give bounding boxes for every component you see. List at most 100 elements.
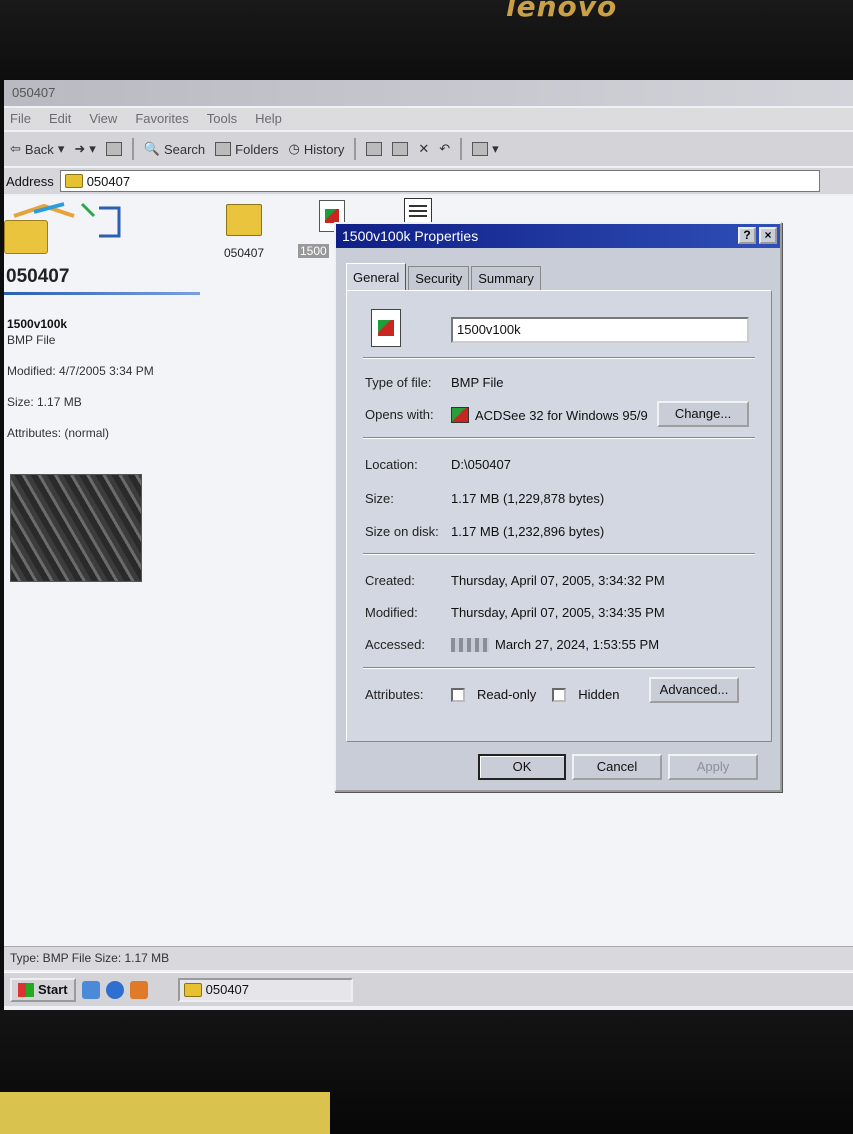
address-value: 050407 <box>86 173 131 189</box>
taskbar-window-label: 050407 <box>205 982 250 997</box>
views-icon <box>472 142 489 156</box>
ok-button[interactable]: OK <box>478 754 566 780</box>
folders-button[interactable]: Folders <box>215 142 279 157</box>
apply-button[interactable]: Apply <box>668 754 758 780</box>
checkbox-icon <box>451 687 465 702</box>
size-on-disk-value: 1.17 MB (1,232,896 bytes) <box>451 524 605 539</box>
dialog-tabs: General Security Summary <box>346 263 543 290</box>
modified-value: Thursday, April 07, 2005, 3:34:35 PM <box>451 605 665 620</box>
selected-file-attributes: Attributes: (normal) <box>7 426 110 440</box>
search-label: Search <box>163 141 206 157</box>
tab-security[interactable]: Security <box>408 266 470 290</box>
tab-general[interactable]: General <box>346 263 407 290</box>
location-value: D:\050407 <box>451 457 511 472</box>
dialog-titlebar[interactable]: 1500v100k Properties ? × <box>336 224 780 248</box>
search-icon: 🔍 <box>143 141 160 156</box>
selected-file-name: 1500v100k <box>7 317 68 331</box>
properties-dialog: 1500v100k Properties ? × General Securit… <box>334 222 782 792</box>
bmp-file-icon <box>371 309 401 347</box>
type-value: BMP File <box>451 375 504 390</box>
undo-icon[interactable]: ↶ <box>439 141 450 157</box>
opens-with-value: ACDSee 32 for Windows 95/9 <box>451 407 648 423</box>
hidden-label: Hidden <box>578 687 620 702</box>
folder-icon <box>4 220 48 254</box>
chevron-down-icon: ▾ <box>57 141 65 156</box>
close-button[interactable]: × <box>759 227 777 244</box>
acdsee-icon <box>451 407 469 423</box>
folder-title: 050407 <box>6 266 70 287</box>
window-title: 050407 <box>12 85 56 100</box>
views-button[interactable]: ▾ <box>472 141 499 157</box>
cancel-button[interactable]: Cancel <box>572 754 662 780</box>
forward-button[interactable]: ➜ ▾ <box>74 141 95 157</box>
advanced-button[interactable]: Advanced... <box>649 677 739 703</box>
history-icon: ◷ <box>288 141 300 156</box>
divider <box>363 667 755 669</box>
opens-with-label: Opens with: <box>365 407 434 422</box>
opens-with-app: ACDSee 32 for Windows 95/9 <box>475 407 648 423</box>
address-bar: Address 050407 <box>4 168 853 194</box>
toolbar-separator <box>460 138 463 160</box>
accessed-value: March 27, 2024, 1:53:55 PM <box>451 637 659 652</box>
redacted-weekday <box>451 637 489 652</box>
modified-label: Modified: <box>365 605 418 620</box>
address-input[interactable]: 050407 <box>59 170 820 192</box>
search-button[interactable]: 🔍 Search <box>144 141 205 157</box>
window-titlebar[interactable]: 050407 <box>4 80 853 106</box>
history-label: History <box>303 141 345 157</box>
start-label: Start <box>38 982 68 997</box>
delete-icon[interactable]: ✕ <box>418 141 429 157</box>
modified-row: Modified: Thursday, April 07, 2005, 3:34… <box>365 605 755 620</box>
size-row: Size: 1.17 MB (1,229,878 bytes) <box>365 491 755 506</box>
hidden-checkbox[interactable]: Hidden <box>552 687 619 702</box>
copy-to-icon[interactable] <box>392 142 409 156</box>
chevron-down-icon: ▾ <box>89 141 96 156</box>
size-on-disk-row: Size on disk: 1.17 MB (1,232,896 bytes) <box>365 524 755 539</box>
folder-icon <box>64 174 83 188</box>
tab-summary[interactable]: Summary <box>471 266 541 290</box>
show-desktop-icon[interactable] <box>81 980 100 999</box>
up-folder-icon[interactable] <box>105 142 122 156</box>
dialog-title: 1500v100k Properties <box>342 228 479 244</box>
general-panel: 1500v100k Type of file: BMP File Opens w… <box>346 290 772 742</box>
type-label: Type of file: <box>365 375 432 390</box>
menu-file[interactable]: File <box>10 111 31 127</box>
taskbar-window-button[interactable]: 050407 <box>177 977 353 1002</box>
readonly-checkbox[interactable]: Read-only <box>451 687 536 702</box>
image-thumbnail <box>10 474 142 582</box>
menu-view[interactable]: View <box>89 111 117 127</box>
taskbar: Start 050407 <box>4 972 853 1006</box>
outlook-express-icon[interactable] <box>129 980 148 999</box>
folders-icon <box>215 142 232 156</box>
menu-tools[interactable]: Tools <box>207 111 237 127</box>
created-label: Created: <box>365 573 415 588</box>
created-value: Thursday, April 07, 2005, 3:34:32 PM <box>451 573 665 588</box>
location-label: Location: <box>365 457 418 472</box>
location-row: Location: D:\050407 <box>365 457 755 472</box>
folder-shortcut-icon[interactable] <box>226 204 262 236</box>
internet-explorer-icon[interactable] <box>105 980 124 999</box>
filename-field[interactable]: 1500v100k <box>451 317 749 343</box>
move-to-icon[interactable] <box>366 142 383 156</box>
menu-favorites[interactable]: Favorites <box>135 111 188 127</box>
divider <box>363 553 755 555</box>
selected-file-modified: Modified: 4/7/2005 3:34 PM <box>7 364 154 378</box>
status-bar: Type: BMP File Size: 1.17 MB <box>4 946 853 970</box>
help-button[interactable]: ? <box>738 227 756 244</box>
back-button[interactable]: ⇦ Back ▾ <box>10 141 64 157</box>
toolbar: ⇦ Back ▾ ➜ ▾ 🔍 Search Folders ◷ History ✕… <box>4 132 853 166</box>
accessed-label: Accessed: <box>365 637 425 652</box>
menu-edit[interactable]: Edit <box>49 111 71 127</box>
toolbar-separator <box>131 138 134 160</box>
divider <box>363 437 755 439</box>
file-label[interactable]: 050407 <box>224 246 264 260</box>
change-button[interactable]: Change... <box>657 401 749 427</box>
desk-surface <box>0 1092 330 1134</box>
file-label-selected[interactable]: 1500 <box>298 244 329 258</box>
history-button[interactable]: ◷ History <box>289 141 345 157</box>
menu-bar: File Edit View Favorites Tools Help <box>4 108 853 130</box>
menu-help[interactable]: Help <box>255 111 282 127</box>
size-on-disk-label: Size on disk: <box>365 524 439 539</box>
forward-arrow-icon: ➜ <box>74 141 86 156</box>
start-button[interactable]: Start <box>10 977 76 1002</box>
